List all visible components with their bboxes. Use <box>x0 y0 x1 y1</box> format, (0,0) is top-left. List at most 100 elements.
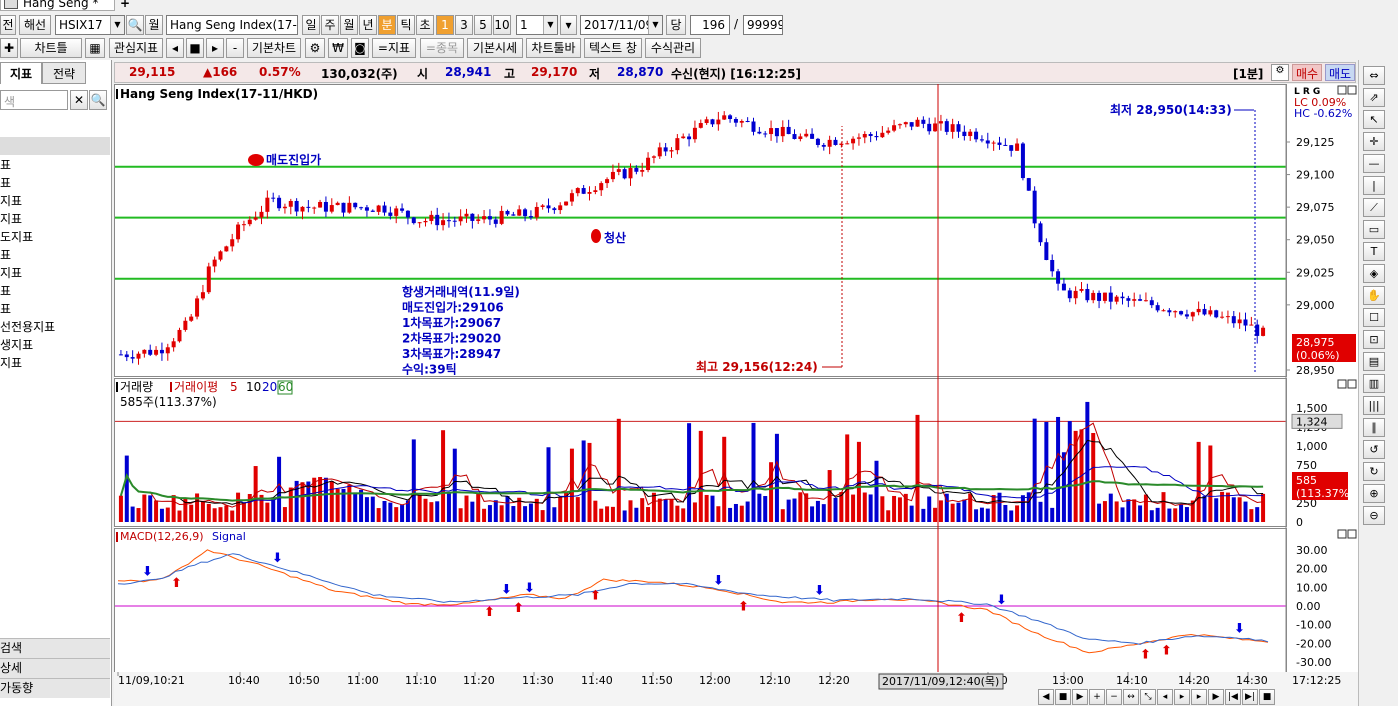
crosshair-icon[interactable]: ✚ <box>0 38 18 58</box>
indicator-list-item[interactable]: 생지표 <box>0 336 110 354</box>
tab-indicators[interactable]: 지표 <box>0 62 42 84</box>
minute-10[interactable]: 10 <box>493 15 511 35</box>
left-bottom-item[interactable]: 검색 <box>0 638 110 658</box>
period-5[interactable]: 틱 <box>397 15 415 35</box>
swap-icon[interactable]: ⇔ <box>1363 66 1385 85</box>
period-1[interactable]: 주 <box>321 15 339 35</box>
current-button[interactable]: 당 <box>666 15 686 35</box>
minus-button[interactable]: - <box>226 38 244 58</box>
indicator-list-item[interactable]: 표 <box>0 282 110 300</box>
hand-icon[interactable]: ✋ <box>1363 286 1385 305</box>
tab-strategy[interactable]: 전략 <box>42 62 86 84</box>
scroll-button[interactable]: ■ <box>1259 689 1275 705</box>
arrow-left-icon[interactable]: ◂ <box>166 38 184 58</box>
scroll-button[interactable]: + <box>1089 689 1105 705</box>
formula-button[interactable]: 수식관리 <box>645 38 701 58</box>
indicators-button[interactable]: =지표 <box>372 38 416 58</box>
trendline-icon[interactable]: ⟋ <box>1363 198 1385 217</box>
date-select[interactable]: 2017/11/09 ▼ <box>580 15 663 35</box>
list-icon[interactable]: ▤ <box>1363 352 1385 371</box>
indicator-list-item[interactable]: 표 <box>0 156 110 174</box>
indicator-button[interactable]: 관심지표 <box>109 38 163 58</box>
cursor-icon[interactable]: ⇗ <box>1363 88 1385 107</box>
price-pane-close-icon[interactable] <box>1347 85 1357 95</box>
chart-area[interactable]: Hang Seng Index(17-11/HKD) 최저 28,950(14:3… <box>114 84 1358 706</box>
indicator-list-item[interactable]: 선전용지표 <box>0 318 110 336</box>
chevron-down-icon[interactable]: ▾ <box>560 15 577 35</box>
scroll-button[interactable]: ▸ <box>1191 689 1207 705</box>
scroll-button[interactable]: ▶| <box>1242 689 1258 705</box>
select-icon[interactable]: ⊡ <box>1363 330 1385 349</box>
period-6[interactable]: 초 <box>416 15 434 35</box>
new-tab-button[interactable]: + <box>120 0 130 10</box>
indicator-list-item[interactable]: 지표 <box>0 192 110 210</box>
count-max-field[interactable]: 99999 <box>743 15 783 35</box>
price-pane-max-icon[interactable] <box>1337 85 1347 95</box>
items-button[interactable]: =종목 <box>420 38 464 58</box>
text-icon[interactable]: T <box>1363 242 1385 261</box>
minute-5[interactable]: 5 <box>474 15 492 35</box>
minute-1[interactable]: 1 <box>436 15 454 35</box>
period-3[interactable]: 년 <box>359 15 377 35</box>
redo-icon[interactable]: ↻ <box>1363 462 1385 481</box>
shape-icon[interactable]: ◈ <box>1363 264 1385 283</box>
volume-pane-max-icon[interactable] <box>1337 379 1347 389</box>
period-0[interactable]: 일 <box>302 15 320 35</box>
search-icon[interactable]: 🔍 <box>89 90 107 110</box>
scroll-button[interactable]: ◂ <box>1157 689 1173 705</box>
scroll-button[interactable]: ↔ <box>1123 689 1139 705</box>
sell-button[interactable]: 매도 <box>1325 64 1355 81</box>
minute-3[interactable]: 3 <box>455 15 473 35</box>
undo-icon[interactable]: ↺ <box>1363 440 1385 459</box>
count-field[interactable]: 196 <box>690 15 730 35</box>
arrow-right-icon[interactable]: ▸ <box>206 38 224 58</box>
scroll-button[interactable]: |◀ <box>1225 689 1241 705</box>
period-2[interactable]: 월 <box>340 15 358 35</box>
indicator-list-item[interactable]: 지표 <box>0 264 110 282</box>
basic-chart-button[interactable]: 기본차트 <box>247 38 301 58</box>
close-icon[interactable]: ✕ <box>70 90 88 110</box>
scroll-button[interactable]: ▶ <box>1072 689 1088 705</box>
scroll-button[interactable]: ⤡ <box>1140 689 1156 705</box>
left-bottom-item[interactable]: 상세 <box>0 658 110 678</box>
grid-icon[interactable]: ▦ <box>85 38 105 58</box>
symbol-select[interactable]: HSIX17 ▼ <box>55 15 125 35</box>
indicator-list-item[interactable]: 지표 <box>0 354 110 372</box>
symbol-name-field[interactable]: Hang Seng Index(17-11 <box>166 15 298 35</box>
indicator-search-input[interactable]: 색 <box>0 90 68 110</box>
left-bottom-item[interactable]: 가동향 <box>0 678 110 698</box>
indicator-list-item[interactable]: 지표 <box>0 210 110 228</box>
release-button[interactable]: 해선 <box>19 15 51 35</box>
month-button[interactable]: 월 <box>145 15 163 35</box>
bars-icon[interactable]: ||| <box>1363 396 1385 415</box>
scroll-button[interactable]: ▶ <box>1208 689 1224 705</box>
auto-icon[interactable]: ▭ <box>1363 220 1385 239</box>
period-4[interactable]: 분 <box>378 15 396 35</box>
grid-icon[interactable]: ▥ <box>1363 374 1385 393</box>
chartbar-button[interactable]: 차트툴바 <box>526 38 581 58</box>
settings-icon[interactable]: ⚙ <box>305 38 325 58</box>
scroll-button[interactable]: ▸ <box>1174 689 1190 705</box>
parallel-icon[interactable]: ∥ <box>1363 418 1385 437</box>
indicator-list-item[interactable]: 표 <box>0 246 110 264</box>
basic-quote-button[interactable]: 기본시세 <box>467 38 523 58</box>
indicator-list-item[interactable]: 표 <box>0 300 110 318</box>
crosshair-icon[interactable]: ✛ <box>1363 132 1385 151</box>
hline-icon[interactable]: — <box>1363 154 1385 173</box>
buy-button[interactable]: 매수 <box>1292 64 1322 81</box>
text-window-button[interactable]: 텍스트 창 <box>584 38 642 58</box>
settings-icon[interactable]: ⚙ <box>1271 64 1289 81</box>
tab-hang-seng[interactable]: Hang Seng * <box>0 0 115 11</box>
zoom-out-icon[interactable]: ⊖ <box>1363 506 1385 525</box>
scroll-button[interactable]: ◀ <box>1038 689 1054 705</box>
indicator-list-item[interactable]: 도지표 <box>0 228 110 246</box>
all-button[interactable]: 전 <box>0 15 16 35</box>
box-icon[interactable]: ☐ <box>1363 308 1385 327</box>
macd-pane-close-icon[interactable] <box>1347 529 1357 539</box>
scroll-button[interactable]: ■ <box>1055 689 1071 705</box>
macd-pane-max-icon[interactable] <box>1337 529 1347 539</box>
vline-icon[interactable]: | <box>1363 176 1385 195</box>
search-icon[interactable]: 🔍 <box>126 15 144 35</box>
zoom-in-icon[interactable]: ⊕ <box>1363 484 1385 503</box>
won-button[interactable]: ₩ <box>328 38 348 58</box>
